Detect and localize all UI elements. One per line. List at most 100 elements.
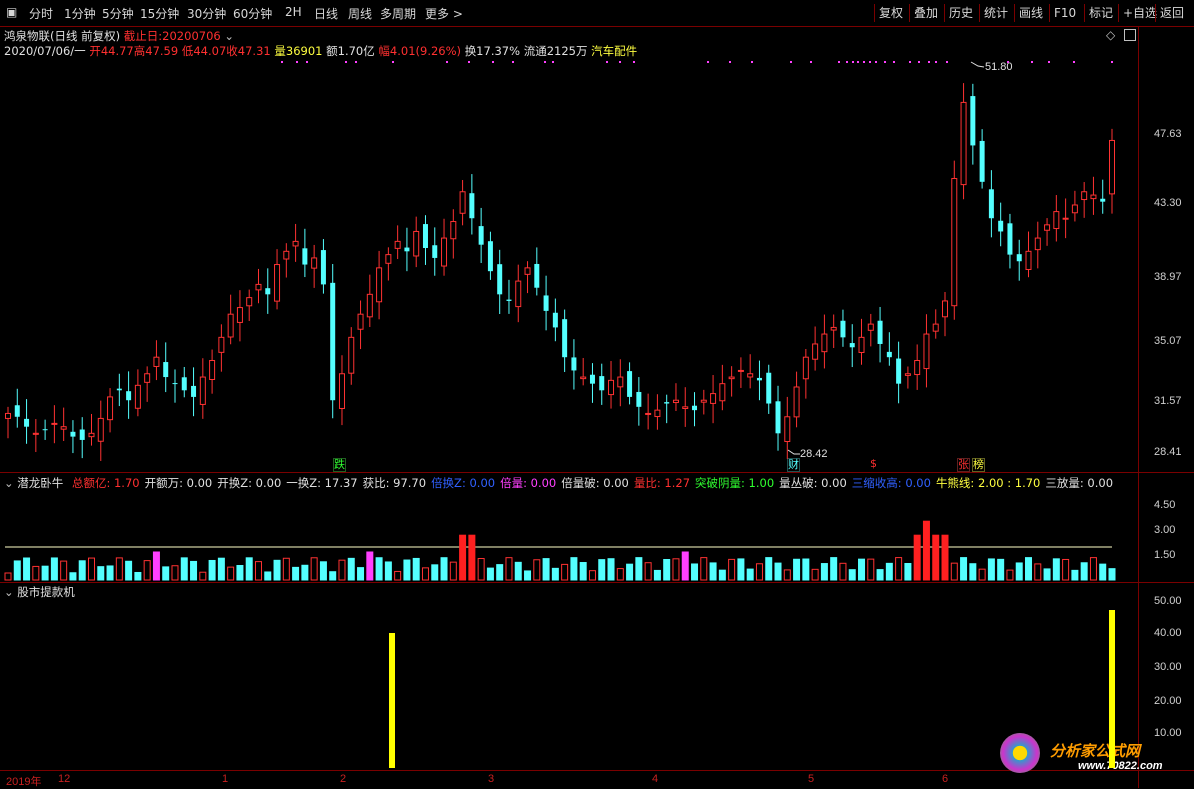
- volume-bar: [69, 572, 77, 581]
- candle-body: [274, 264, 281, 302]
- volume-bar: [820, 563, 828, 581]
- candle-body: [432, 245, 438, 258]
- signal-dot: [355, 61, 357, 63]
- candle-body: [88, 432, 95, 438]
- signal-dot: [875, 61, 877, 63]
- high-mark-line: [970, 61, 985, 68]
- candle-body: [1053, 211, 1060, 230]
- volume-bar: [960, 557, 968, 581]
- volume-bar: [143, 560, 151, 581]
- volume-bar: [329, 571, 337, 581]
- candle-body: [24, 418, 30, 427]
- volume-bar: [505, 557, 513, 581]
- volume-bar: [783, 569, 791, 581]
- volume-bar: [32, 565, 40, 581]
- candle-body: [181, 377, 187, 391]
- candle-body: [552, 312, 558, 328]
- candle-body: [116, 388, 122, 391]
- candle-body: [413, 230, 420, 257]
- candle-body: [292, 240, 299, 247]
- signal-dot: [707, 61, 709, 63]
- volume-bar: [1052, 558, 1060, 581]
- volume-bar: [848, 569, 856, 581]
- volume-bar: [922, 520, 930, 581]
- signal-dot: [512, 61, 514, 63]
- candle-body: [728, 376, 735, 380]
- candle-body: [756, 377, 762, 381]
- candle-body: [682, 406, 689, 409]
- candle-body: [153, 356, 160, 367]
- volume-bar: [199, 571, 207, 581]
- candle-body: [960, 101, 967, 186]
- candle-body: [589, 374, 595, 384]
- candle-body: [1025, 250, 1032, 270]
- candle-body: [515, 280, 522, 308]
- volume-bar: [746, 568, 754, 581]
- volume-bar: [579, 562, 587, 581]
- candle-body: [608, 379, 615, 396]
- candle-body: [896, 358, 902, 384]
- candle-body: [867, 323, 874, 331]
- volume-bar: [635, 557, 643, 581]
- volume-bar: [347, 557, 355, 581]
- candle-body: [422, 224, 428, 249]
- volume-bar: [561, 563, 569, 581]
- volume-bar: [1099, 563, 1107, 581]
- candle-body: [60, 426, 67, 430]
- signal-dot: [852, 61, 854, 63]
- candle-body: [227, 313, 234, 338]
- signal-dot: [884, 61, 886, 63]
- candle-body: [134, 384, 141, 409]
- volume-bar: [755, 563, 763, 581]
- candle-body: [218, 336, 225, 353]
- candle-body: [506, 299, 512, 301]
- volume-bar: [384, 561, 392, 581]
- volume-bar: [1108, 568, 1116, 581]
- candle-body: [998, 220, 1004, 232]
- volume-bar: [644, 562, 652, 581]
- volume-bar: [440, 557, 448, 581]
- signal-dot: [1073, 61, 1075, 63]
- volume-bar: [793, 558, 801, 581]
- volume-bar: [431, 564, 439, 581]
- candle-body: [914, 360, 921, 376]
- signal-bar: [389, 633, 395, 768]
- candle-body: [97, 417, 104, 442]
- volume-bar: [236, 564, 244, 581]
- candle-body: [385, 254, 392, 264]
- volume-bar: [449, 561, 457, 581]
- volume-bar: [403, 559, 411, 581]
- volume-bar: [895, 557, 903, 581]
- candle-body: [766, 372, 772, 404]
- candle-body: [255, 283, 262, 291]
- candle-body: [478, 226, 484, 245]
- volume-bar: [23, 557, 31, 581]
- candle-body: [107, 396, 114, 421]
- volume-bar: [477, 558, 485, 581]
- candle-body: [747, 373, 754, 378]
- candle-body: [311, 257, 318, 269]
- candle-body: [672, 399, 679, 404]
- volume-bar: [830, 557, 838, 581]
- volume-bar: [171, 565, 179, 581]
- volume-bar: [394, 570, 402, 581]
- volume-bar: [978, 568, 986, 581]
- candle-body: [571, 357, 577, 371]
- volume-bar: [301, 564, 309, 581]
- signal-dot: [446, 61, 448, 63]
- volume-bar: [106, 565, 114, 581]
- candle-body: [979, 140, 985, 182]
- volume-bar: [728, 558, 736, 581]
- volume-bar: [227, 566, 235, 581]
- volume-bar: [932, 534, 940, 581]
- volume-bar: [904, 563, 912, 581]
- candle-body: [627, 371, 633, 397]
- candle-body: [664, 402, 670, 404]
- volume-bar: [78, 560, 86, 581]
- volume-bar: [208, 559, 216, 581]
- candle-body: [821, 333, 828, 353]
- candle-body: [1044, 224, 1051, 231]
- candle-body: [1100, 198, 1106, 202]
- volume-bar: [663, 559, 671, 581]
- candle-body: [802, 356, 809, 380]
